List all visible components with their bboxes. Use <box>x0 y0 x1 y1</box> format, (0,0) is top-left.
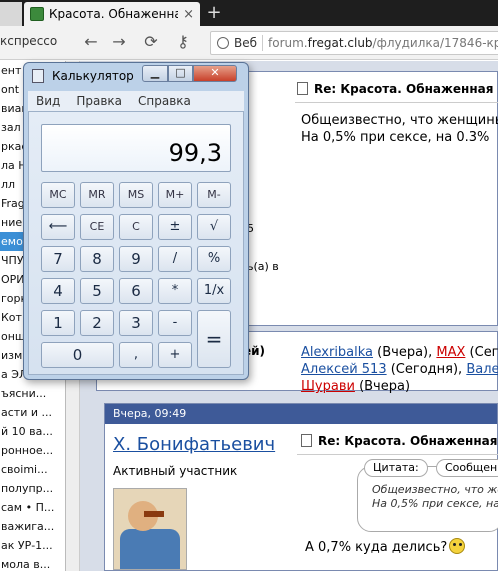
post-author-role: Активный участник <box>113 464 238 478</box>
sidebar-item[interactable]: полупр... <box>0 479 65 498</box>
post-divider <box>295 102 498 103</box>
digit-1-button[interactable]: 1 <box>41 310 75 336</box>
post-body: Общеизвестно, что женщины На 0,5% при се… <box>301 113 498 145</box>
calculator-display: 99,3 <box>41 124 231 172</box>
quote-text: Общеизвестно, что женщ На 0,5% при сексе… <box>372 483 498 510</box>
post-doc-icon <box>301 434 312 447</box>
thanks-user-link[interactable]: Шурави <box>301 379 355 394</box>
digit-7-button[interactable]: 7 <box>41 246 75 272</box>
thanks-user-date: (Вчера), <box>373 345 437 360</box>
browser-tab-bar: Красота. Обнаженная ... × + <box>0 0 498 26</box>
sidebar-item[interactable]: важига... <box>0 517 65 536</box>
add-button[interactable]: + <box>158 342 192 368</box>
smiley-icon <box>449 538 466 554</box>
quote-box: Цитата: Сообщен Общеизвестно, что женщ Н… <box>357 459 498 532</box>
menu-edit[interactable]: Правка <box>68 91 130 111</box>
calculator-menu-bar: Вид Правка Справка <box>28 91 244 111</box>
close-button[interactable]: ✕ <box>193 65 237 82</box>
browser-nav-bar: кспрессо ← → ⟳ ⚷ Веб forum.fregat.club/ф… <box>0 26 498 60</box>
sidebar-item[interactable]: й 10 ва... <box>0 422 65 441</box>
calculator-window: Калькулятор ▁ □ ✕ Вид Правка Справка 99,… <box>23 62 249 380</box>
equals-button[interactable]: = <box>197 310 231 368</box>
user-info-fragment: ь(а) в <box>247 260 279 273</box>
address-url[interactable]: forum.fregat.club/флудилка/17846-красота <box>268 36 498 50</box>
digit-8-button[interactable]: 8 <box>80 246 114 272</box>
thanks-user-date: (Вчера) <box>354 379 411 394</box>
reciprocal-button[interactable]: 1/x <box>197 278 231 304</box>
quote-label: Цитата: <box>364 459 428 477</box>
post-doc-icon <box>297 82 308 95</box>
digit-2-button[interactable]: 2 <box>80 310 114 336</box>
m-plus-button[interactable]: M+ <box>158 182 192 208</box>
digit-5-button[interactable]: 5 <box>80 278 114 304</box>
mc-button[interactable]: MC <box>41 182 75 208</box>
menu-help[interactable]: Справка <box>130 91 199 111</box>
thanks-user-link[interactable]: MAX <box>436 345 465 360</box>
sqrt-button[interactable]: √ <box>197 214 231 240</box>
minimize-button[interactable]: ▁ <box>142 65 168 82</box>
sidebar-item[interactable]: асти и ... <box>0 403 65 422</box>
thanks-user-date: (Сегодня), <box>386 362 467 377</box>
address-bar[interactable]: Веб forum.fregat.club/флудилка/17846-кра… <box>210 31 498 55</box>
digit-3-button[interactable]: 3 <box>119 310 153 336</box>
site-favicon-icon <box>30 7 44 21</box>
multiply-button[interactable]: * <box>158 278 192 304</box>
negate-button[interactable]: ± <box>158 214 192 240</box>
reload-icon[interactable]: ⟳ <box>140 31 162 53</box>
m-minus-button[interactable]: M- <box>197 182 231 208</box>
post-divider <box>297 454 498 455</box>
backspace-button[interactable]: ⟵ <box>41 214 75 240</box>
post-heading: Re: Красота. Обнаженная на <box>301 434 498 448</box>
post-body: А 0,7% куда делись? <box>305 538 466 555</box>
thanks-user-link[interactable]: Алексей 513 <box>301 362 387 377</box>
thanks-user-link[interactable]: Вале <box>466 362 498 377</box>
percent-button[interactable]: % <box>197 246 231 272</box>
sidebar-item[interactable]: своimi... <box>0 460 65 479</box>
avatar <box>113 488 187 570</box>
new-tab-button[interactable]: + <box>204 2 224 24</box>
digit-6-button[interactable]: 6 <box>119 278 153 304</box>
active-tab[interactable]: Красота. Обнаженная ... × <box>24 2 200 26</box>
thanks-names: Alexribalka (Вчера), MAX (Сего Алексей 51… <box>301 344 498 395</box>
clear-button[interactable]: C <box>119 214 153 240</box>
decimal-button[interactable]: , <box>119 342 153 368</box>
thanks-user-date: (Сего <box>469 345 498 360</box>
post-author-link[interactable]: Х. Бонифатьевич <box>113 434 275 455</box>
thanks-user-link[interactable]: Alexribalka <box>301 345 373 360</box>
digit-4-button[interactable]: 4 <box>41 278 75 304</box>
divide-button[interactable]: / <box>158 246 192 272</box>
calculator-body: 99,3 MC MR MS M+ M- ⟵ CE C ± √ 7 8 9 / %… <box>28 111 244 375</box>
post-heading: Re: Красота. Обнаженная на <box>297 82 498 96</box>
digit-9-button[interactable]: 9 <box>119 246 153 272</box>
subtract-button[interactable]: - <box>158 310 192 336</box>
back-arrow-icon[interactable]: ← <box>80 31 102 53</box>
forward-arrow-icon[interactable]: → <box>108 31 130 53</box>
quote-source[interactable]: Сообщен <box>436 459 498 477</box>
sidebar-item[interactable]: ъясни... <box>0 384 65 403</box>
previous-tab[interactable] <box>0 2 22 26</box>
tab-close-icon[interactable]: × <box>183 7 194 22</box>
sidebar-item[interactable]: ронное... <box>0 441 65 460</box>
sidebar-item[interactable]: ак УР-1... <box>0 536 65 555</box>
address-label: Веб <box>234 36 258 50</box>
menu-view[interactable]: Вид <box>28 91 68 111</box>
tab-title: Красота. Обнаженная ... <box>49 7 179 21</box>
bookmark-item[interactable]: кспрессо <box>0 34 57 48</box>
calculator-titlebar[interactable]: Калькулятор ▁ □ ✕ <box>24 63 248 89</box>
clear-entry-button[interactable]: CE <box>80 214 114 240</box>
sidebar-item[interactable]: сам • П... <box>0 498 65 517</box>
address-divider <box>262 35 264 51</box>
display-value: 99,3 <box>168 139 222 167</box>
digit-0-button[interactable]: 0 <box>41 342 114 368</box>
forum-post: Вчера, 09:49 Х. Бонифатьевич Активный уч… <box>104 403 498 571</box>
calculator-app-icon <box>32 69 44 83</box>
ms-button[interactable]: MS <box>119 182 153 208</box>
globe-icon <box>217 37 229 49</box>
key-icon[interactable]: ⚷ <box>172 31 194 53</box>
mr-button[interactable]: MR <box>80 182 114 208</box>
post-date-bar: Вчера, 09:49 <box>105 404 497 424</box>
maximize-button[interactable]: □ <box>168 65 193 82</box>
window-title: Калькулятор <box>52 69 134 83</box>
sidebar-item[interactable]: мола в... <box>0 555 65 571</box>
